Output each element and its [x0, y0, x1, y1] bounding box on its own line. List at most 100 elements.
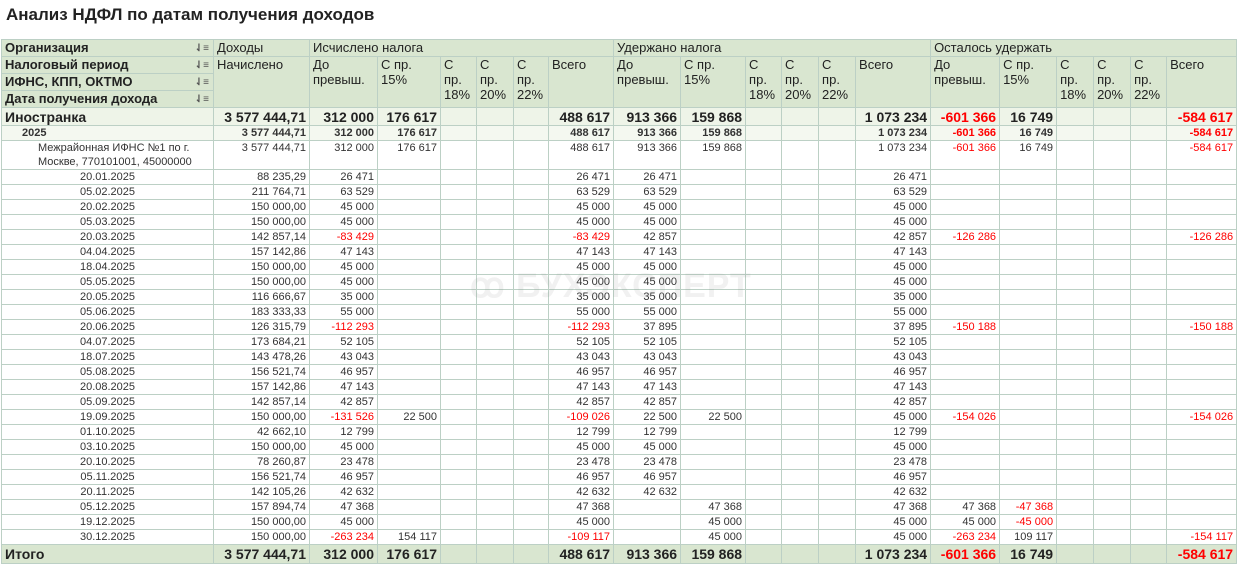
value-cell[interactable]: [513, 394, 549, 410]
value-cell[interactable]: [1093, 169, 1132, 185]
value-cell[interactable]: [781, 349, 820, 365]
value-cell[interactable]: [1130, 409, 1168, 425]
value-cell[interactable]: [476, 529, 514, 545]
value-cell[interactable]: [377, 379, 441, 395]
value-cell[interactable]: [476, 274, 514, 290]
value-cell[interactable]: [1056, 214, 1095, 230]
value-cell[interactable]: [476, 364, 514, 380]
value-cell[interactable]: 45 000: [547, 274, 615, 290]
value-cell[interactable]: [613, 514, 682, 530]
sort-icon[interactable]: ⇃≡: [195, 92, 209, 107]
value-cell[interactable]: [930, 349, 1001, 365]
value-cell[interactable]: [476, 229, 514, 245]
value-cell[interactable]: 43 043: [547, 349, 615, 365]
value-cell[interactable]: [1056, 169, 1095, 185]
value-cell[interactable]: [680, 274, 747, 290]
value-cell[interactable]: [1166, 274, 1238, 290]
value-cell[interactable]: [1166, 349, 1238, 365]
value-cell[interactable]: [1130, 214, 1168, 230]
value-cell[interactable]: [1056, 107, 1095, 126]
date-row[interactable]: 18.04.2025 150 000,00 45 000 45 000 45 000 45…: [1, 259, 1238, 275]
value-cell[interactable]: [818, 439, 857, 455]
value-cell[interactable]: [1056, 469, 1095, 485]
value-cell[interactable]: 1 073 234: [855, 107, 932, 126]
value-cell[interactable]: [513, 529, 549, 545]
value-cell[interactable]: [513, 304, 549, 320]
value-cell[interactable]: [745, 439, 783, 455]
value-cell[interactable]: [745, 394, 783, 410]
value-cell[interactable]: 47 368: [930, 499, 1001, 515]
value-cell[interactable]: [377, 274, 441, 290]
value-cell[interactable]: 55 000: [309, 304, 378, 320]
value-cell[interactable]: [440, 140, 477, 170]
value-cell[interactable]: [476, 259, 514, 275]
value-cell[interactable]: [440, 125, 477, 141]
value-cell[interactable]: 88 235,29: [213, 169, 310, 185]
value-cell[interactable]: [476, 514, 514, 530]
value-cell[interactable]: 1 073 234: [855, 544, 932, 564]
value-cell[interactable]: [818, 394, 857, 410]
value-cell[interactable]: 488 617: [547, 107, 615, 126]
value-cell[interactable]: 157 894,74: [213, 499, 310, 515]
date-row[interactable]: 30.12.2025 150 000,00 -263 234 154 117 -109 …: [1, 529, 1238, 545]
value-cell[interactable]: [1166, 364, 1238, 380]
value-cell[interactable]: [680, 244, 747, 260]
value-cell[interactable]: 42 857: [613, 394, 682, 410]
value-cell[interactable]: [818, 499, 857, 515]
value-cell[interactable]: [513, 484, 549, 500]
value-cell[interactable]: [745, 229, 783, 245]
value-cell[interactable]: [999, 439, 1058, 455]
value-cell[interactable]: [440, 229, 477, 245]
value-cell[interactable]: [1130, 169, 1168, 185]
value-cell[interactable]: 16 749: [999, 125, 1058, 141]
value-cell[interactable]: [818, 125, 857, 141]
value-cell[interactable]: 45 000: [613, 274, 682, 290]
value-cell[interactable]: [476, 454, 514, 470]
value-cell[interactable]: [1093, 484, 1132, 500]
value-cell[interactable]: 47 143: [309, 379, 378, 395]
value-cell[interactable]: [745, 107, 783, 126]
value-cell[interactable]: [999, 454, 1058, 470]
value-cell[interactable]: [513, 334, 549, 350]
date-row[interactable]: 20.02.2025 150 000,00 45 000 45 000 45 000 45…: [1, 199, 1238, 215]
value-cell[interactable]: [930, 199, 1001, 215]
value-cell[interactable]: [1056, 454, 1095, 470]
value-cell[interactable]: [818, 334, 857, 350]
value-cell[interactable]: [1130, 199, 1168, 215]
value-cell[interactable]: [476, 499, 514, 515]
value-cell[interactable]: [781, 199, 820, 215]
value-cell[interactable]: [1056, 334, 1095, 350]
value-cell[interactable]: [377, 499, 441, 515]
value-cell[interactable]: 26 471: [309, 169, 378, 185]
value-cell[interactable]: [781, 499, 820, 515]
value-cell[interactable]: 46 957: [547, 364, 615, 380]
value-cell[interactable]: [1056, 514, 1095, 530]
value-cell[interactable]: [999, 364, 1058, 380]
value-cell[interactable]: [781, 125, 820, 141]
value-cell[interactable]: 52 105: [613, 334, 682, 350]
value-cell[interactable]: [440, 394, 477, 410]
value-cell[interactable]: [781, 379, 820, 395]
value-cell[interactable]: [680, 214, 747, 230]
value-cell[interactable]: 45 000: [930, 514, 1001, 530]
value-cell[interactable]: [377, 319, 441, 335]
value-cell[interactable]: [440, 304, 477, 320]
value-cell[interactable]: 488 617: [547, 544, 615, 564]
value-cell[interactable]: [440, 439, 477, 455]
value-cell[interactable]: 45 000: [855, 259, 932, 275]
value-cell[interactable]: 45 000: [613, 214, 682, 230]
value-cell[interactable]: [1093, 259, 1132, 275]
value-cell[interactable]: [745, 125, 783, 141]
value-cell[interactable]: [513, 469, 549, 485]
value-cell[interactable]: 26 471: [855, 169, 932, 185]
value-cell[interactable]: 12 799: [309, 424, 378, 440]
value-cell[interactable]: -47 368: [999, 499, 1058, 515]
value-cell[interactable]: [930, 334, 1001, 350]
value-cell[interactable]: 43 043: [309, 349, 378, 365]
value-cell[interactable]: 211 764,71: [213, 184, 310, 200]
value-cell[interactable]: 45 000: [855, 529, 932, 545]
value-cell[interactable]: [781, 184, 820, 200]
value-cell[interactable]: [1056, 199, 1095, 215]
value-cell[interactable]: [1093, 394, 1132, 410]
value-cell[interactable]: 42 857: [613, 229, 682, 245]
